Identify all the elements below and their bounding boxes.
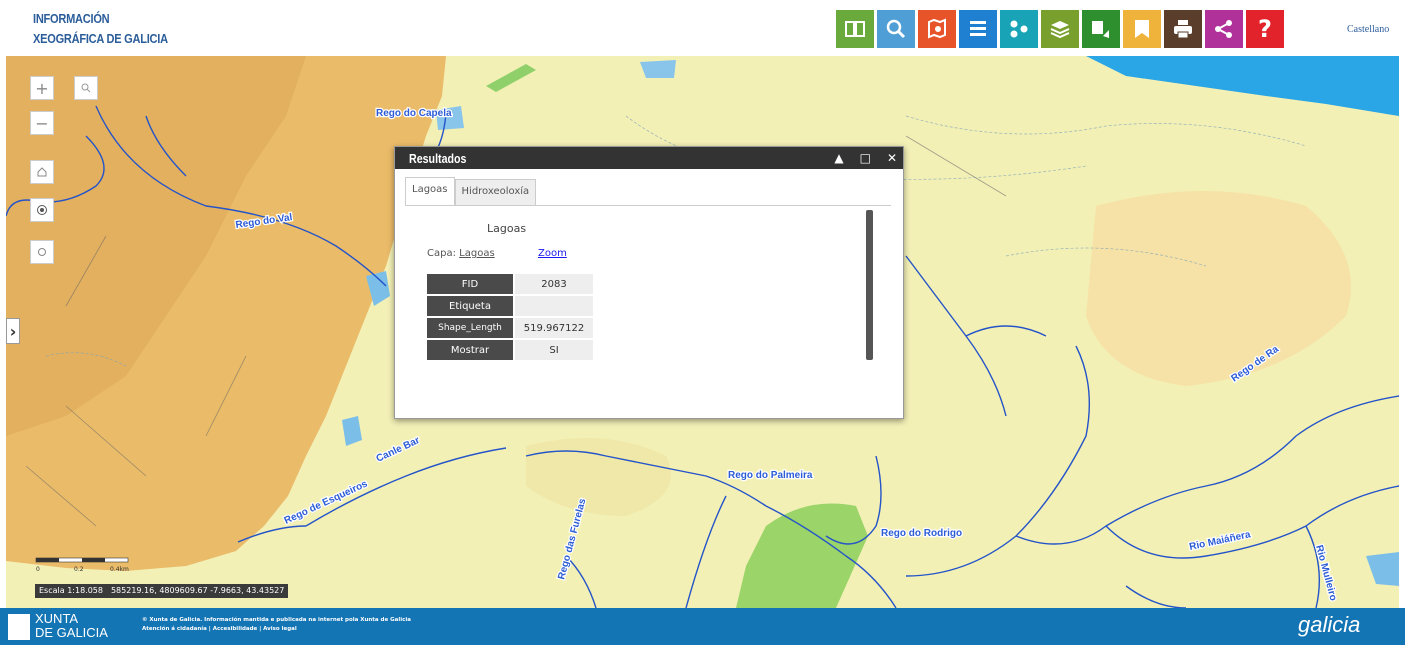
results-popup[interactable]: Resultados ▲ □ ✕ Lagoas Hidroxeoloxía La… [394,146,904,419]
side-panel-toggle[interactable]: › [6,318,20,344]
main-toolbar: ? [836,10,1287,48]
map-pin-icon [1090,18,1112,40]
tab-lagoas[interactable]: Lagoas [405,177,455,205]
layer-label: Capa: [427,248,456,259]
print-icon [1172,18,1194,40]
footer-copyright: © Xunta de Galicia. Información mantida … [142,617,411,623]
coordinates-text: 585219.16, 4809609.67 -7.9663, 43.43527 [110,586,285,595]
layer-link[interactable]: Lagoas [459,248,495,259]
close-icon[interactable]: ✕ [887,151,897,165]
attribute-key: Etiqueta [427,296,513,316]
layers-icon [1049,18,1071,40]
map-search-icon [926,18,948,40]
map-search-button[interactable] [74,76,98,100]
layer-info: Capa: Lagoas [427,248,495,259]
circle-icon [38,248,46,256]
home-button[interactable] [30,160,54,184]
scale-text: Escala 1:18.058 [39,586,103,595]
popup-title: Resultados [409,150,467,166]
footer-text: © Xunta de Galicia. Información mantida … [142,616,411,634]
chevron-right-icon: › [9,321,17,341]
table-row: Etiqueta [427,296,593,316]
nodes-button[interactable] [1000,10,1038,48]
zoom-in-icon: + [35,78,49,98]
map-label: Rego do Capela [376,108,452,119]
xunta-logo[interactable]: XUNTA DE GALICIA [35,612,108,640]
list-button[interactable] [959,10,997,48]
galicia-brand[interactable]: galicia [1298,612,1360,638]
attribute-key: Mostrar [427,340,513,360]
zoom-out-icon: − [35,113,49,133]
popup-header[interactable]: Resultados ▲ □ ✕ [395,147,903,169]
search-button[interactable] [877,10,915,48]
language-selector[interactable]: Castellano [1347,24,1389,35]
app-footer: XUNTA DE GALICIA © Xunta de Galicia. Inf… [0,608,1405,645]
xunta-line-1: XUNTA [35,611,79,626]
logo-line-2: XEOGRÁFICA DE GALICIA [33,31,168,46]
map-pin-button[interactable] [1082,10,1120,48]
zoom-link[interactable]: Zoom [538,248,567,259]
results-tabs: Lagoas Hidroxeoloxía [405,177,891,205]
measure-button[interactable] [30,240,54,264]
attribute-value: 2083 [515,274,593,294]
tab-hidroxeoloxia[interactable]: Hidroxeoloxía [454,179,537,205]
help-button[interactable]: ? [1246,10,1284,48]
layers-button[interactable] [1041,10,1079,48]
search-icon [81,83,91,93]
search-icon [885,18,907,40]
scale-tick: 0 [36,566,40,573]
table-row: FID 2083 [427,274,593,294]
target-icon [37,205,47,215]
panel-title: Lagoas [487,222,527,235]
footer-links[interactable]: Atención á cidadanía | Accesibilidade | … [142,625,411,634]
share-icon [1213,18,1235,40]
list-icon [967,18,989,40]
map-label: Rego do Rodrigo [881,528,962,539]
attribute-value: 519.967122 [515,318,593,338]
scrollbar[interactable] [866,210,873,360]
scale-coords-bar: Escala 1:18.058 585219.16, 4809609.67 -7… [35,584,289,598]
zoom-in-button[interactable]: + [30,76,54,100]
collapse-icon[interactable]: ▲ [834,151,843,165]
share-button[interactable] [1205,10,1243,48]
attribute-value [515,296,593,316]
map-label: Rego do Palmeira [728,470,813,481]
attribute-value: SI [515,340,593,360]
scale-tick: 0.2 [74,566,84,573]
qr-button[interactable] [836,10,874,48]
tab-panel: Lagoas Capa: Lagoas Zoom FID 2083 Etiquet… [405,205,891,380]
qr-icon [844,18,866,40]
attributes-table: FID 2083 Etiqueta Shape_Length 519.967122 … [425,272,595,362]
help-icon: ? [1258,15,1272,43]
attribute-key: Shape_Length [427,318,513,338]
table-row: Mostrar SI [427,340,593,360]
print-button[interactable] [1164,10,1202,48]
table-row: Shape_Length 519.967122 [427,318,593,338]
xunta-logo-icon [8,614,30,640]
scale-tick: 0.4km [110,566,129,573]
scale-bar: 0 0.2 0.4km [35,557,129,573]
bookmark-button[interactable] [1123,10,1161,48]
maximize-icon[interactable]: □ [860,151,871,165]
nodes-icon [1008,18,1030,40]
zoom-out-button[interactable]: − [30,111,54,135]
xunta-line-2: DE GALICIA [35,625,108,640]
logo-line-1: INFORMACIÓN [33,11,110,26]
bookmark-icon [1131,18,1153,40]
locate-button[interactable] [30,198,54,222]
popup-body: Lagoas Hidroxeoloxía Lagoas Capa: Lagoas… [405,177,891,401]
home-icon [37,167,47,177]
site-logo[interactable]: INFORMACIÓN XEOGRÁFICA DE GALICIA [33,9,168,49]
app-header: INFORMACIÓN XEOGRÁFICA DE GALICIA ? Cast… [0,0,1405,56]
map-search-button[interactable] [918,10,956,48]
attribute-key: FID [427,274,513,294]
